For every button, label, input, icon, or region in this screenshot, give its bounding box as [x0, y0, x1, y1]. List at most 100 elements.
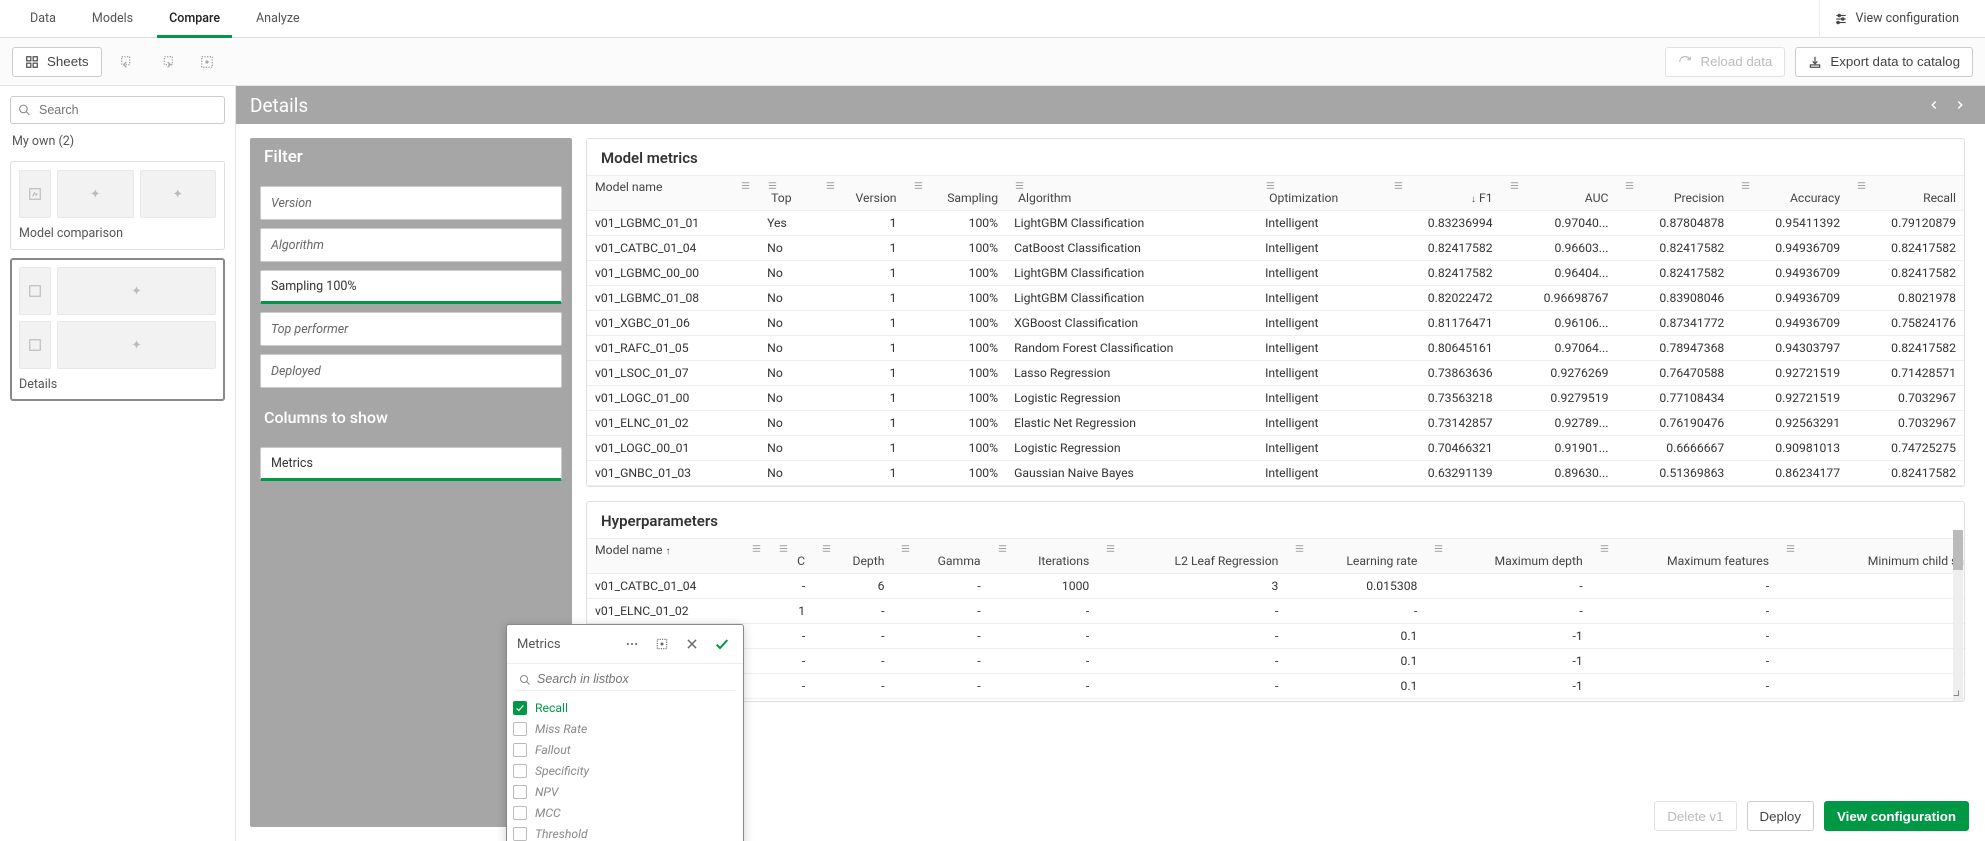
column-menu-icon[interactable] [1509, 180, 1609, 191]
delete-button[interactable]: Delete v1 [1654, 801, 1736, 831]
tab-analyze[interactable]: Analyze [238, 0, 318, 38]
column-header[interactable]: Algorithm [1006, 176, 1257, 211]
metrics-option[interactable]: Specificity [513, 760, 737, 781]
column-header[interactable]: L2 Leaf Regression [1097, 538, 1286, 573]
table-row[interactable]: v01_GNBC_01_03No1100%Gaussian Naive Baye… [587, 460, 1964, 485]
table-row[interactable]: v01_LGBMC_00_00-----0.1-1-20- [587, 623, 1964, 648]
table-row[interactable]: v01_LGBMC_01_08No1100%LightGBM Classific… [587, 285, 1964, 310]
column-header[interactable]: AUC [1501, 176, 1617, 211]
column-header[interactable]: ↓ F1 [1385, 176, 1501, 211]
column-menu-icon[interactable] [1785, 543, 1964, 554]
cell-accuracy: 0.94936709 [1732, 310, 1848, 335]
table-row[interactable]: v01_LGBMC_01_08-----0.1-1-20- [587, 673, 1964, 698]
table-row[interactable]: v01_RAFC_01_05No1100%Random Forest Class… [587, 335, 1964, 360]
column-menu-icon[interactable] [1393, 180, 1493, 191]
confirm-icon[interactable] [711, 633, 733, 655]
prev-sheet-icon[interactable] [1923, 94, 1945, 116]
selection-back-icon[interactable] [112, 47, 142, 77]
column-header[interactable]: Learning rate [1286, 538, 1425, 573]
selection-forward-icon[interactable] [152, 47, 182, 77]
column-menu-icon[interactable] [825, 180, 896, 191]
cell-sampling: 100% [905, 385, 1007, 410]
view-configuration-button[interactable]: View configuration [1824, 801, 1969, 831]
metrics-option[interactable]: MCC [513, 802, 737, 823]
table-row[interactable]: v01_LSOC_01_07No1100%Lasso RegressionInt… [587, 360, 1964, 385]
table-row[interactable]: v01_LOGC_01_00No1100%Logistic Regression… [587, 385, 1964, 410]
metrics-option[interactable]: Fallout [513, 739, 737, 760]
tab-compare[interactable]: Compare [151, 0, 238, 38]
columns-metrics-chip[interactable]: Metrics [260, 447, 562, 481]
column-menu-icon[interactable] [1105, 543, 1278, 554]
column-header[interactable]: Sampling [905, 176, 1007, 211]
table-row[interactable]: v01_LGBMC_01_01Yes1100%LightGBM Classifi… [587, 210, 1964, 235]
table-row[interactable]: v01_LOGC_00_01No1100%Logistic Regression… [587, 435, 1964, 460]
view-configuration-link[interactable]: View configuration [1819, 0, 1974, 38]
expand-icon[interactable] [1950, 687, 1962, 699]
column-menu-icon[interactable] [1599, 543, 1769, 554]
column-header[interactable]: Minimum child samples [1777, 538, 1964, 573]
column-menu-icon[interactable] [1294, 543, 1417, 554]
smart-select-icon[interactable] [192, 47, 222, 77]
column-menu-icon[interactable] [778, 543, 805, 554]
column-header[interactable]: Gamma [892, 538, 988, 573]
sheets-button[interactable]: Sheets [12, 47, 102, 77]
tab-data[interactable]: Data [12, 0, 74, 38]
tab-models[interactable]: Models [74, 0, 151, 38]
column-menu-icon[interactable] [740, 180, 751, 191]
column-header[interactable]: Version [817, 176, 904, 211]
export-data-button[interactable]: Export data to catalog [1795, 47, 1973, 77]
sheet-search-input[interactable] [10, 96, 225, 124]
filter-sampling[interactable]: Sampling 100% [260, 270, 562, 304]
table-row[interactable]: v01_CATBC_01_04No1100%CatBoost Classific… [587, 235, 1964, 260]
column-menu-icon[interactable] [900, 543, 980, 554]
more-icon[interactable] [621, 633, 643, 655]
table-row[interactable]: v01_ELNC_01_021--------- [587, 598, 1964, 623]
column-menu-icon[interactable] [1740, 180, 1840, 191]
filter-algorithm[interactable]: Algorithm [260, 228, 562, 262]
metrics-option[interactable]: NPV [513, 781, 737, 802]
column-header[interactable]: Depth [813, 538, 892, 573]
column-menu-icon[interactable] [1856, 180, 1956, 191]
column-header[interactable]: Accuracy [1732, 176, 1848, 211]
vertical-scrollbar[interactable] [1953, 530, 1963, 701]
metrics-option[interactable]: Miss Rate [513, 718, 737, 739]
column-header[interactable]: Iterations [989, 538, 1098, 573]
next-sheet-icon[interactable] [1949, 94, 1971, 116]
column-header[interactable]: Recall [1848, 176, 1964, 211]
column-header[interactable]: Precision [1616, 176, 1732, 211]
table-row[interactable]: v01_XGBC_01_06No1100%XGBoost Classificat… [587, 310, 1964, 335]
column-header[interactable]: Top [759, 176, 817, 211]
column-header[interactable]: C [770, 538, 813, 573]
cell-optimization: Intelligent [1257, 210, 1385, 235]
table-row[interactable]: v01_ELNC_01_02No1100%Elastic Net Regress… [587, 410, 1964, 435]
select-tool-icon[interactable] [651, 633, 673, 655]
column-menu-icon[interactable] [1265, 180, 1377, 191]
column-header[interactable]: Maximum depth [1425, 538, 1590, 573]
filter-deployed[interactable]: Deployed [260, 354, 562, 388]
column-menu-icon[interactable] [1433, 543, 1582, 554]
column-header[interactable]: Model name [587, 176, 759, 211]
column-header[interactable]: Optimization [1257, 176, 1385, 211]
table-row[interactable]: v01_CATBC_01_04-6-100030.015308---- [587, 573, 1964, 598]
table-row[interactable]: v01_LGBMC_01_01-----0.1-1-20- [587, 648, 1964, 673]
sheet-card-details[interactable]: ✦ ✦ Details [10, 258, 225, 401]
column-menu-icon[interactable] [997, 543, 1090, 554]
column-menu-icon[interactable] [1014, 180, 1249, 191]
column-header[interactable]: Maximum features [1591, 538, 1777, 573]
sheet-card-model-comparison[interactable]: ✦ ✦ Model comparison [10, 161, 225, 250]
close-icon[interactable] [681, 633, 703, 655]
column-menu-icon[interactable] [751, 543, 762, 554]
filter-top-performer[interactable]: Top performer [260, 312, 562, 346]
column-menu-icon[interactable] [1624, 180, 1724, 191]
metrics-option[interactable]: Recall [513, 697, 737, 718]
filter-version[interactable]: Version [260, 186, 562, 220]
metrics-option[interactable]: Threshold [513, 823, 737, 841]
column-header[interactable]: Model name ↑ [587, 538, 770, 573]
popover-search-input[interactable] [515, 668, 735, 691]
deploy-button[interactable]: Deploy [1747, 801, 1815, 831]
reload-data-button[interactable]: Reload data [1665, 47, 1785, 77]
column-menu-icon[interactable] [767, 180, 809, 191]
column-menu-icon[interactable] [821, 543, 884, 554]
table-row[interactable]: v01_LGBMC_00_00No1100%LightGBM Classific… [587, 260, 1964, 285]
column-menu-icon[interactable] [913, 180, 999, 191]
